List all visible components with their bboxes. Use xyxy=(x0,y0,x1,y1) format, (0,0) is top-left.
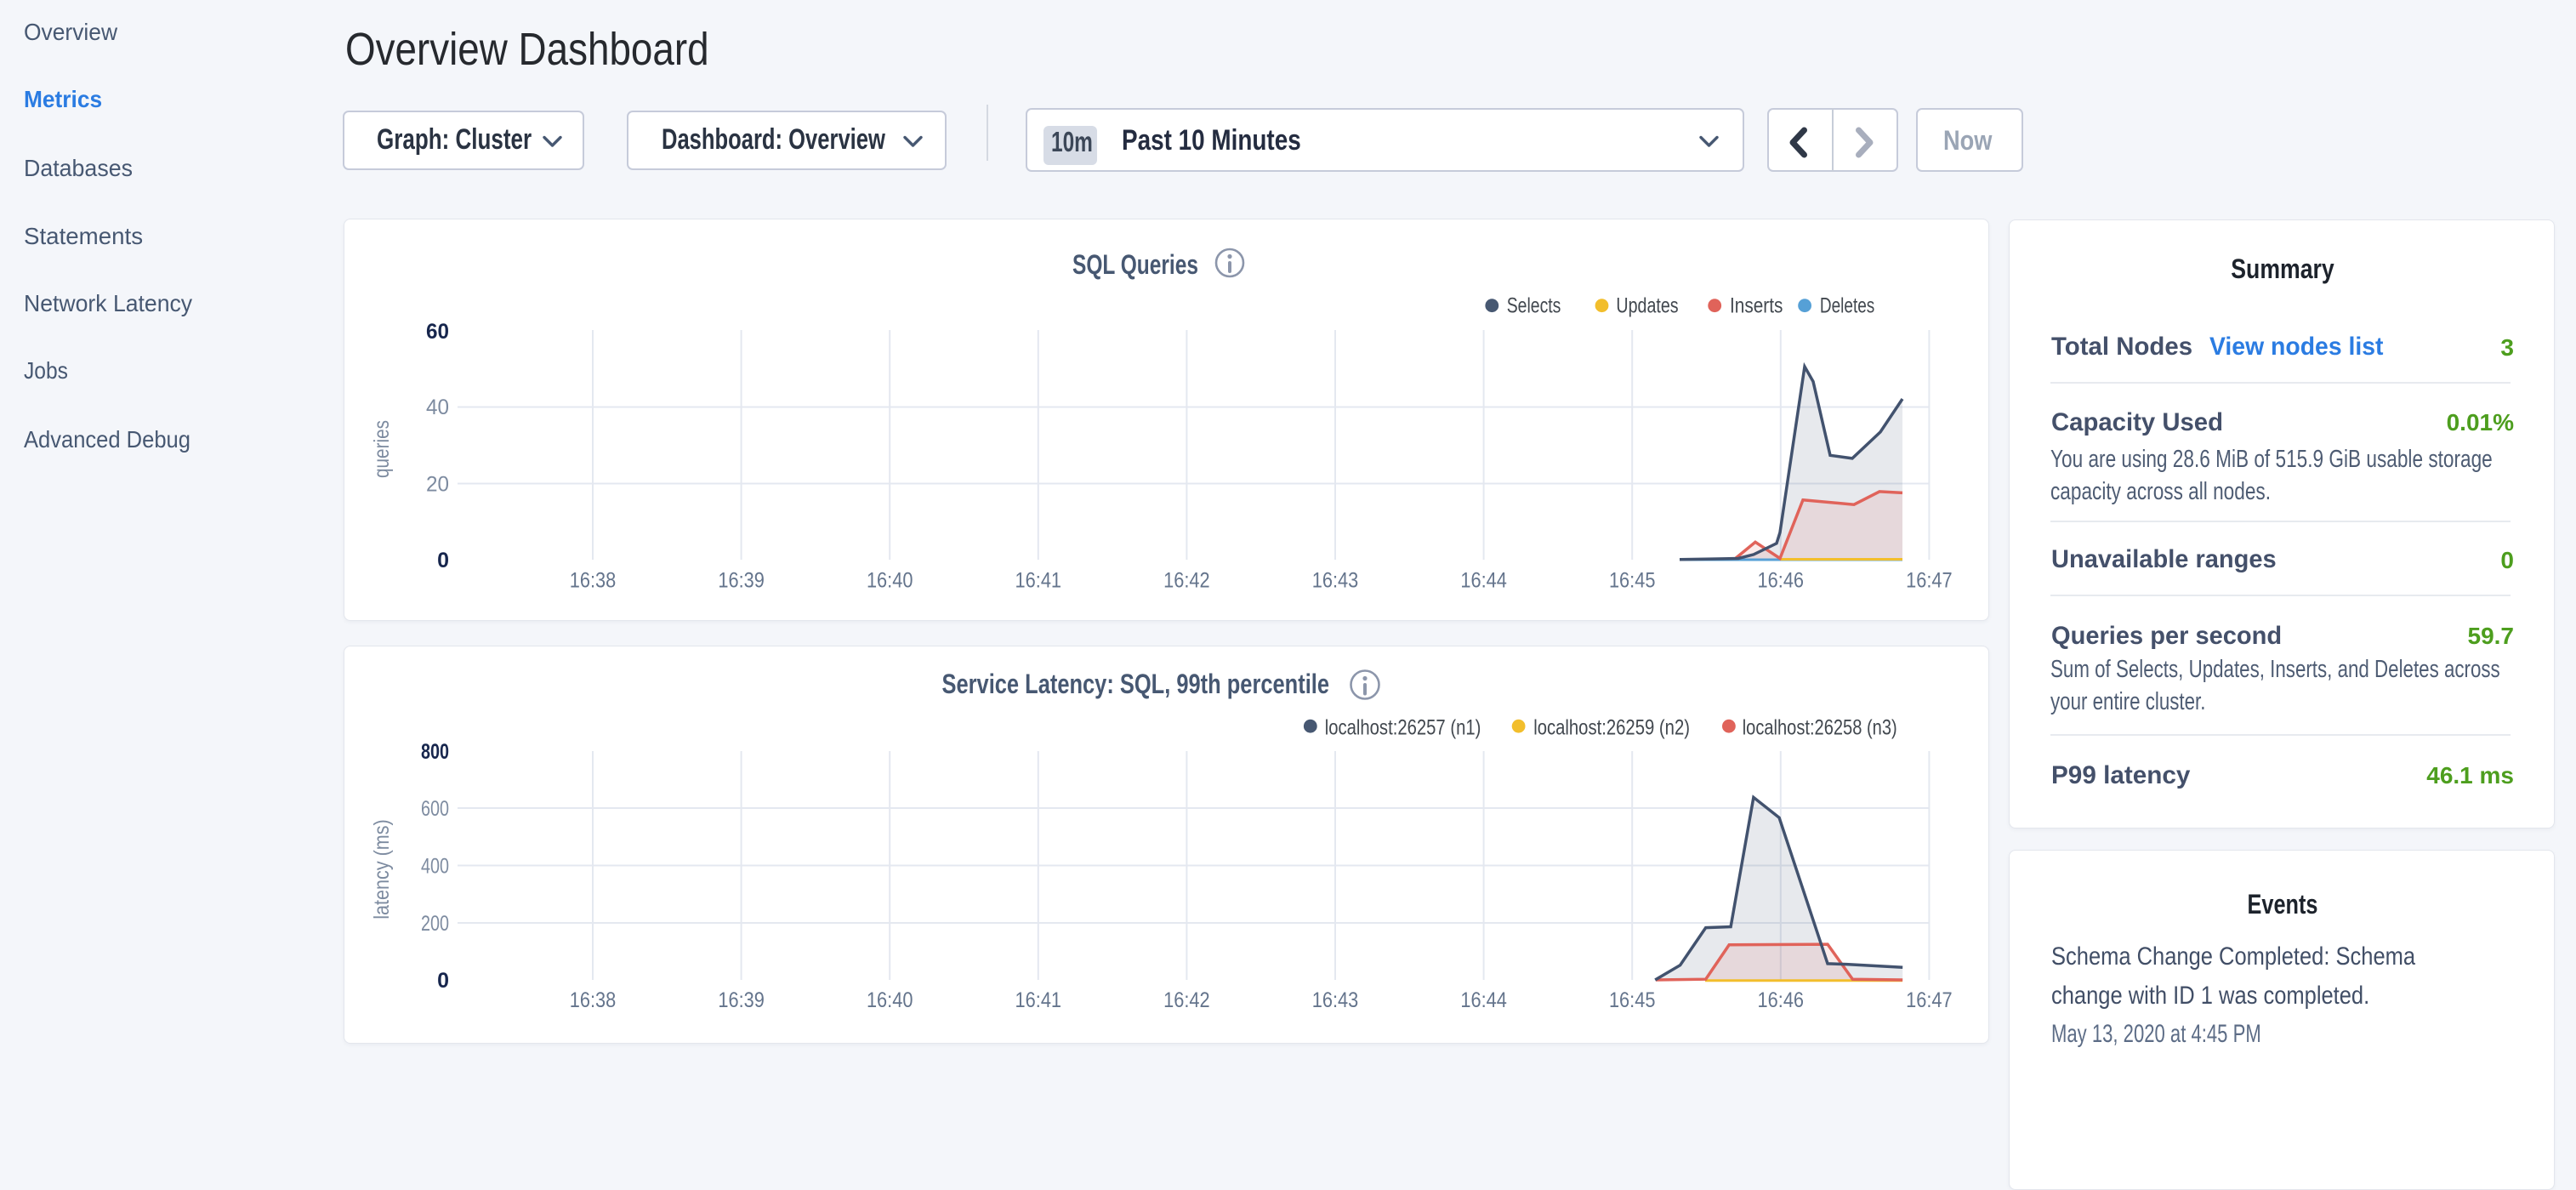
svg-text:16:45: 16:45 xyxy=(1609,988,1656,1012)
svg-text:400: 400 xyxy=(421,855,449,879)
svg-text:Deletes: Deletes xyxy=(1820,294,1874,318)
svg-text:16:42: 16:42 xyxy=(1163,988,1210,1012)
svg-text:16:46: 16:46 xyxy=(1758,988,1805,1012)
svg-text:16:44: 16:44 xyxy=(1460,988,1507,1012)
svg-text:16:39: 16:39 xyxy=(718,568,765,592)
svg-text:60: 60 xyxy=(426,320,449,344)
svg-text:16:47: 16:47 xyxy=(1906,988,1953,1012)
svg-text:queries: queries xyxy=(370,420,394,478)
svg-text:16:41: 16:41 xyxy=(1015,568,1062,592)
svg-text:16:45: 16:45 xyxy=(1609,568,1656,592)
svg-text:20: 20 xyxy=(426,473,449,497)
svg-text:localhost:26258 (n3): localhost:26258 (n3) xyxy=(1743,716,1897,740)
svg-text:16:42: 16:42 xyxy=(1163,568,1210,592)
svg-text:0: 0 xyxy=(437,969,449,993)
svg-text:16:40: 16:40 xyxy=(867,988,913,1012)
svg-text:Inserts: Inserts xyxy=(1730,294,1783,318)
svg-text:40: 40 xyxy=(426,396,449,419)
svg-text:16:41: 16:41 xyxy=(1015,988,1062,1012)
svg-text:0: 0 xyxy=(437,549,449,572)
svg-text:16:40: 16:40 xyxy=(867,568,913,592)
svg-text:800: 800 xyxy=(421,740,449,764)
svg-text:localhost:26259 (n2): localhost:26259 (n2) xyxy=(1533,716,1690,740)
svg-text:16:43: 16:43 xyxy=(1312,568,1359,592)
svg-text:600: 600 xyxy=(421,797,449,821)
svg-text:16:47: 16:47 xyxy=(1906,568,1953,592)
svg-text:16:39: 16:39 xyxy=(718,988,765,1012)
svg-text:localhost:26257 (n1): localhost:26257 (n1) xyxy=(1325,716,1481,740)
svg-text:200: 200 xyxy=(421,912,449,936)
svg-text:16:44: 16:44 xyxy=(1460,568,1507,592)
svg-text:Selects: Selects xyxy=(1507,294,1561,318)
svg-text:16:38: 16:38 xyxy=(570,988,617,1012)
svg-text:Service Latency: SQL, 99th per: Service Latency: SQL, 99th percentile xyxy=(942,669,1330,699)
svg-text:16:38: 16:38 xyxy=(570,568,617,592)
svg-text:Updates: Updates xyxy=(1616,294,1678,318)
svg-text:SQL Queries: SQL Queries xyxy=(1072,249,1198,280)
svg-text:16:43: 16:43 xyxy=(1312,988,1359,1012)
svg-text:16:46: 16:46 xyxy=(1758,568,1805,592)
svg-text:latency (ms): latency (ms) xyxy=(370,819,394,920)
